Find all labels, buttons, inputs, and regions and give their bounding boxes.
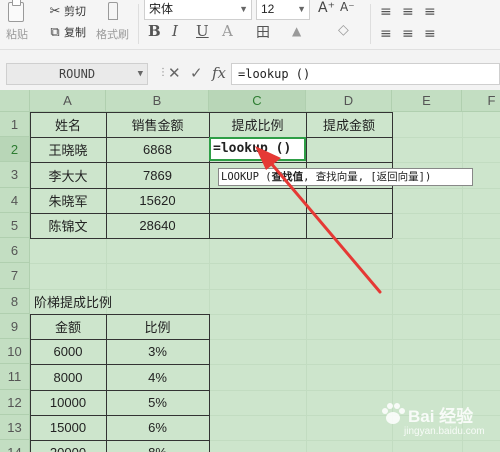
paw-icon — [382, 403, 405, 424]
watermark-line2: jingyan.baidu.com — [404, 426, 485, 437]
baidu-watermark: Bai 经验 jingyan.baidu.com — [380, 400, 496, 446]
watermark-line1: Bai 经验 — [408, 407, 474, 426]
annotation-arrow — [255, 146, 382, 294]
